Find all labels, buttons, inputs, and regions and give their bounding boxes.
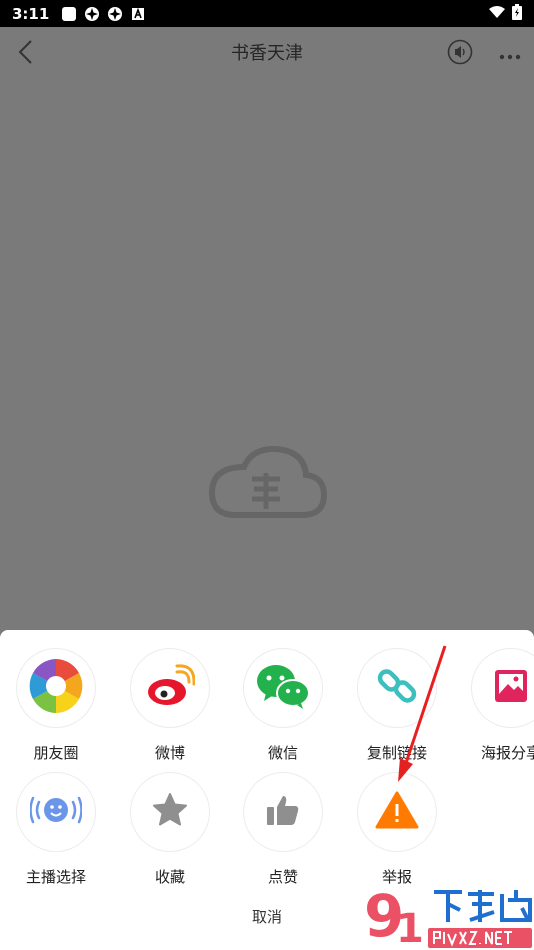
notification-square-icon — [61, 6, 77, 22]
like-circle[interactable] — [243, 772, 323, 852]
anchor-select-circle[interactable] — [16, 772, 96, 852]
wechat-icon — [256, 663, 310, 713]
share-label: 复制链接 — [366, 744, 427, 762]
notification-pinwheel-icon — [84, 6, 100, 22]
share-copy-link-circle[interactable] — [357, 648, 437, 728]
share-wechat-button[interactable]: 微信 — [228, 648, 338, 763]
share-moments-circle[interactable] — [16, 648, 96, 728]
share-label: 朋友圈 — [33, 744, 79, 762]
status-time: 3:11 — [12, 4, 50, 23]
svg-text:1: 1 — [396, 906, 424, 950]
poster-image-icon — [494, 669, 528, 707]
share-label: 海报分享 — [480, 744, 534, 762]
moments-aperture-icon — [27, 657, 85, 719]
top-bar: 书香天津 — [0, 27, 534, 77]
share-wechat-circle[interactable] — [243, 648, 323, 728]
warning-icon — [375, 791, 419, 833]
report-circle[interactable] — [357, 772, 437, 852]
cloud-logo-icon — [206, 443, 328, 523]
notification-pinwheel-icon-2 — [107, 6, 123, 22]
like-button[interactable]: 点赞 — [228, 772, 338, 887]
wifi-icon — [488, 4, 506, 23]
star-icon — [152, 793, 188, 831]
battery-icon — [512, 3, 522, 24]
share-poster-button[interactable]: 海报分享 — [456, 648, 534, 763]
more-icon[interactable] — [498, 47, 524, 60]
share-weibo-circle[interactable] — [130, 648, 210, 728]
weibo-icon — [145, 664, 196, 712]
favorite-button[interactable]: 收藏 — [115, 772, 225, 887]
share-poster-circle[interactable] — [471, 648, 534, 728]
thumbs-up-icon — [266, 794, 300, 830]
share-copy-link-button[interactable]: 复制链接 — [342, 648, 452, 763]
watermark-logo-icon: 9 1 — [362, 880, 534, 950]
share-label: 微信 — [267, 744, 298, 762]
share-label: 主播选择 — [25, 868, 86, 886]
share-label: 微博 — [154, 744, 185, 762]
content-placeholder — [0, 77, 534, 630]
favorite-circle[interactable] — [130, 772, 210, 852]
notification-a-icon — [130, 6, 146, 22]
report-button[interactable]: 举报 — [342, 772, 452, 887]
speaker-icon[interactable] — [447, 39, 473, 65]
share-weibo-button[interactable]: 微博 — [115, 648, 225, 763]
link-icon — [375, 664, 419, 712]
share-label: 点赞 — [267, 868, 298, 886]
share-label: 收藏 — [154, 868, 185, 886]
back-arrow-icon[interactable] — [14, 39, 40, 65]
status-bar: 3:11 — [0, 0, 534, 27]
anchor-select-button[interactable]: 主播选择 — [1, 772, 111, 887]
voice-avatar-icon — [29, 790, 83, 834]
share-moments-button[interactable]: 朋友圈 — [1, 648, 111, 763]
